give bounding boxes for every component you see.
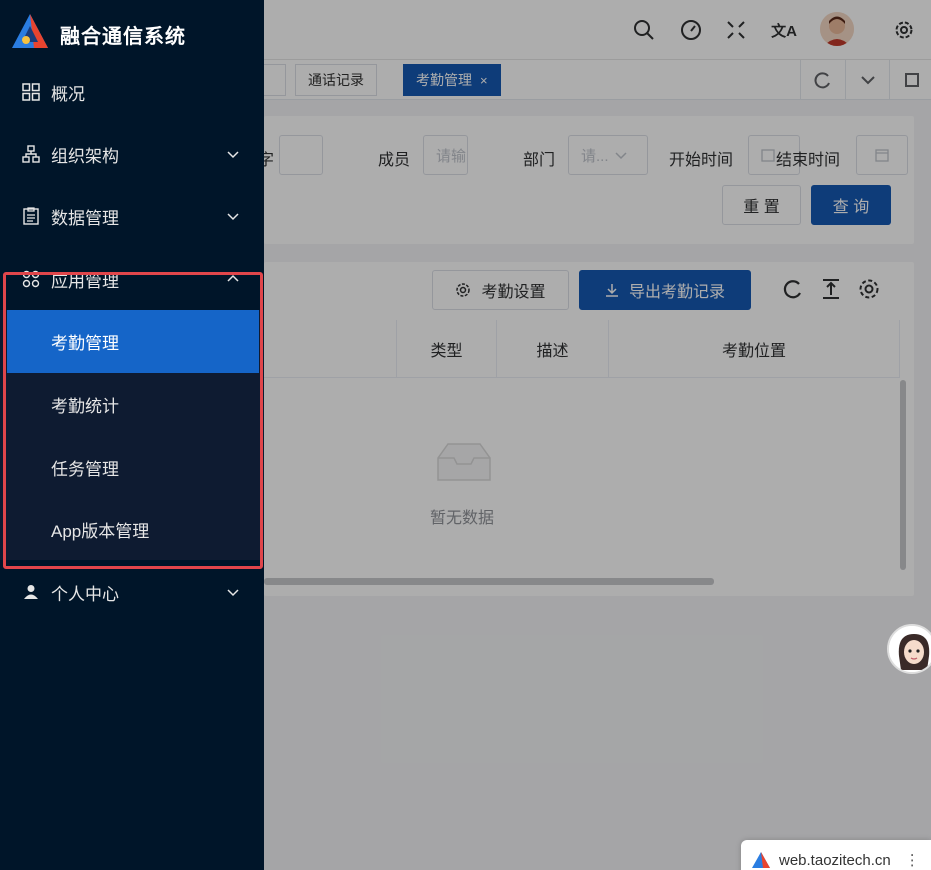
more-vertical-icon[interactable]: ⋮ — [905, 851, 920, 869]
sidebar-item-overview[interactable]: 概况 — [0, 61, 264, 123]
sidebar-item-data[interactable]: 数据管理 — [0, 185, 264, 247]
grid-icon — [20, 81, 42, 103]
org-icon — [20, 143, 42, 165]
chevron-down-icon — [226, 585, 240, 599]
chevron-down-icon — [226, 209, 240, 223]
sidebar-item-label: 数据管理 — [51, 208, 119, 228]
sidebar-item-label: 概况 — [51, 84, 85, 104]
clipboard-icon — [20, 205, 42, 227]
system-title: 融合通信系统 — [60, 26, 186, 48]
sidebar-item-profile[interactable]: 个人中心 — [0, 561, 264, 623]
logo-icon — [10, 12, 50, 50]
highlight-box — [3, 272, 263, 569]
sidebar: 融合通信系统 概况 组织架构 数据管理 应用管理 考勤管理 考勤统计 任务管理 … — [0, 0, 264, 870]
chevron-down-icon — [226, 147, 240, 161]
watermark-text: web.taozitech.cn — [779, 851, 891, 869]
user-icon — [20, 581, 42, 603]
sidebar-item-org[interactable]: 组织架构 — [0, 123, 264, 185]
sidebar-item-label: 组织架构 — [51, 146, 119, 166]
sidebar-item-label: 个人中心 — [51, 584, 119, 604]
logo-icon — [752, 852, 770, 868]
watermark: web.taozitech.cn ⋮ — [741, 840, 931, 870]
assistant-avatar[interactable] — [887, 624, 931, 674]
